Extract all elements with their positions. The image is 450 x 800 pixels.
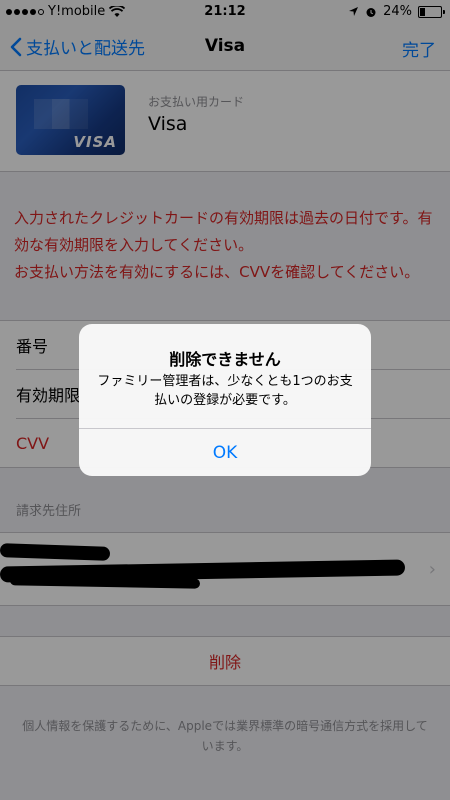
alert-message: ファミリー管理者は、少なくとも1つのお支払いの登録が必要です。 [97,374,353,408]
alert-title: 削除できません [169,350,281,369]
alert-dialog: 削除できません ファミリー管理者は、少なくとも1つのお支払いの登録が必要です。 … [79,324,371,476]
alert-ok-button[interactable]: OK [79,429,371,476]
